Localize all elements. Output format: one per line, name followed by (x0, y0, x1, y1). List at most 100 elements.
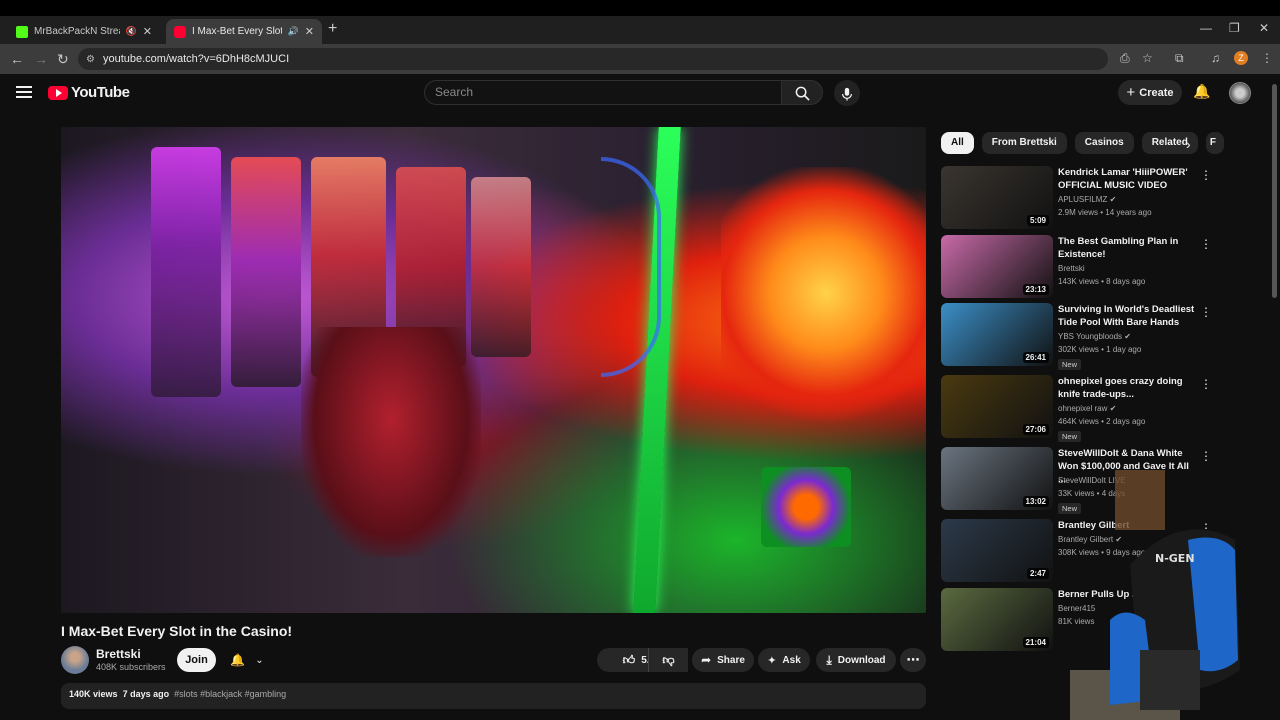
ask-button[interactable]: ✦ Ask (758, 648, 810, 672)
new-badge: New (1058, 359, 1082, 370)
recommendation-title[interactable]: Kendrick Lamar 'HiiiPOWER' OFFICIAL MUSI… (1058, 166, 1196, 192)
media-control-icon[interactable]: ♫ (1211, 51, 1220, 65)
subscription-bell-button[interactable]: 🔔 ⌄ (222, 648, 272, 672)
logo-text: YouTube (71, 84, 130, 101)
more-vertical-icon[interactable]: ⋮ (1200, 377, 1212, 391)
close-window-icon[interactable]: ✕ (1259, 21, 1269, 35)
recommendation-channel[interactable]: YBS Youngbloods ✔ (1058, 332, 1131, 341)
search-input[interactable]: Search (424, 80, 782, 105)
forward-icon[interactable]: → (34, 51, 48, 67)
join-button[interactable]: Join (177, 648, 216, 672)
more-actions-button[interactable]: ⋯ (900, 648, 926, 672)
new-tab-icon[interactable]: + (328, 20, 337, 38)
restore-icon[interactable]: ❐ (1229, 21, 1240, 35)
channel-avatar[interactable] (61, 646, 89, 674)
video-thumbnail[interactable]: 2:47 (941, 519, 1053, 582)
bookmark-star-icon[interactable]: ☆ (1142, 51, 1153, 65)
duration-badge: 26:41 (1022, 352, 1049, 363)
back-icon[interactable]: ← (10, 51, 24, 67)
search-icon[interactable] (781, 80, 823, 105)
chip-truncated[interactable]: F (1205, 132, 1224, 154)
recommendation-item[interactable]: 23:13 The Best Gambling Plan in Existence… (941, 235, 1212, 299)
chevron-right-icon[interactable]: › (1186, 136, 1191, 152)
browser-tabstrip: MrBackPackN Stream - Wat 🔇 ✕ I Max-Bet E… (0, 16, 1280, 44)
create-label: Create (1139, 86, 1174, 99)
install-app-icon[interactable]: ⎙ (1120, 51, 1130, 66)
more-horizontal-icon: ⋯ (906, 652, 920, 667)
download-button[interactable]: ⤓ Download (816, 648, 896, 672)
download-icon: ⤓ (826, 652, 832, 667)
more-vertical-icon[interactable]: ⋮ (1200, 237, 1212, 251)
notifications-bell-icon[interactable]: 🔔 (1193, 83, 1210, 100)
sparkle-icon: ✦ (767, 654, 777, 667)
verified-check-icon: ✔ (1109, 404, 1117, 413)
channel-label: APLUSFILMZ (1058, 195, 1108, 204)
youtube-header: YouTube Search + Create 🔔 (0, 74, 1280, 112)
browser-menu-icon[interactable]: ⋮ (1261, 51, 1273, 65)
chip-from-brettski[interactable]: From Brettski (981, 132, 1067, 154)
close-tab-icon[interactable]: ✕ (305, 25, 314, 38)
filter-chips: All From Brettski Casinos Related F (941, 132, 1224, 154)
minimize-icon[interactable]: — (1200, 21, 1212, 35)
recommendation-title[interactable]: The Best Gambling Plan in Existence! (1058, 235, 1196, 261)
more-vertical-icon[interactable]: ⋮ (1200, 305, 1212, 319)
recommendation-channel[interactable]: APLUSFILMZ ✔ (1058, 195, 1116, 204)
tab-title: MrBackPackN Stream - Wat (34, 26, 120, 37)
plus-icon: + (1126, 84, 1136, 101)
youtube-favicon-icon (174, 25, 186, 38)
recommendation-channel[interactable]: ohnepixel raw ✔ (1058, 404, 1116, 413)
dislike-button[interactable]: 👎︎ (648, 648, 688, 672)
chip-all[interactable]: All (941, 132, 974, 154)
casino-chair-image (301, 327, 481, 557)
more-vertical-icon[interactable]: ⋮ (1200, 449, 1212, 463)
recommendation-meta: 143K views • 8 days ago (1058, 277, 1146, 286)
video-thumbnail[interactable]: 26:41 (941, 303, 1053, 366)
menu-icon[interactable] (16, 86, 32, 98)
channel-label: ohnepixel raw (1058, 404, 1108, 413)
video-thumbnail[interactable]: 21:04 (941, 588, 1053, 651)
scrollbar-thumb[interactable] (1272, 84, 1277, 298)
recommendation-title[interactable]: ohnepixel goes crazy doing knife trade-u… (1058, 375, 1196, 401)
slot-machine-image (151, 147, 221, 397)
video-thumbnail[interactable]: 27:06 (941, 375, 1053, 438)
extensions-icon[interactable]: ⧉ (1175, 51, 1184, 66)
recommendation-item[interactable]: 26:41 Surviving In World's Deadliest Tide… (941, 303, 1212, 370)
audio-playing-icon[interactable]: 🔊 (288, 26, 299, 37)
youtube-logo[interactable]: YouTube (48, 84, 130, 101)
muted-audio-icon[interactable]: 🔇 (126, 26, 137, 37)
duration-badge: 5:09 (1026, 215, 1049, 226)
browser-tab-youtube[interactable]: I Max-Bet Every Slot in the C 🔊 ✕ (166, 19, 322, 44)
recommendation-title[interactable]: Surviving In World's Deadliest Tide Pool… (1058, 303, 1196, 329)
download-label: Download (837, 654, 886, 666)
microphone-icon[interactable] (834, 80, 860, 106)
chip-casinos[interactable]: Casinos (1074, 132, 1134, 154)
account-avatar[interactable] (1229, 82, 1251, 104)
site-info-icon[interactable]: ⚙ (86, 54, 95, 65)
reload-icon[interactable]: ↻ (57, 51, 69, 68)
more-vertical-icon[interactable]: ⋮ (1200, 168, 1212, 182)
profile-avatar[interactable]: Z (1234, 51, 1248, 65)
browser-tab-kick[interactable]: MrBackPackN Stream - Wat 🔇 ✕ (8, 19, 160, 44)
recommendation-channel[interactable]: Brettski (1058, 264, 1085, 273)
video-player[interactable] (61, 127, 926, 613)
screen-top-edge (0, 0, 1280, 16)
create-button[interactable]: + Create (1118, 80, 1182, 105)
verified-check-icon: ✔ (1109, 195, 1117, 204)
slot-symbol-image (761, 467, 851, 547)
description-box[interactable]: 140K views 7 days ago #slots #blackjack … (61, 683, 926, 709)
share-button[interactable]: ➦ Share (692, 648, 754, 672)
view-count: 140K views (69, 689, 118, 699)
video-thumbnail[interactable]: 13:02 (941, 447, 1053, 510)
recommendation-item[interactable]: 27:06 ohnepixel goes crazy doing knife tr… (941, 375, 1212, 442)
video-thumbnail[interactable]: 23:13 (941, 235, 1053, 298)
hashtags[interactable]: #slots #blackjack #gambling (174, 689, 286, 699)
bell-icon: 🔔 (230, 653, 246, 667)
recommendation-item[interactable]: 5:09 Kendrick Lamar 'HiiiPOWER' OFFICIAL … (941, 166, 1212, 230)
verified-check-icon: ✔ (1124, 332, 1131, 341)
share-label: Share (717, 654, 745, 666)
kick-favicon-icon (16, 25, 28, 38)
video-thumbnail[interactable]: 5:09 (941, 166, 1053, 229)
channel-name[interactable]: Brettski (96, 647, 141, 661)
close-tab-icon[interactable]: ✕ (143, 25, 152, 38)
address-bar[interactable]: ⚙ youtube.com/watch?v=6DhH8cMJUCI (78, 48, 1108, 70)
